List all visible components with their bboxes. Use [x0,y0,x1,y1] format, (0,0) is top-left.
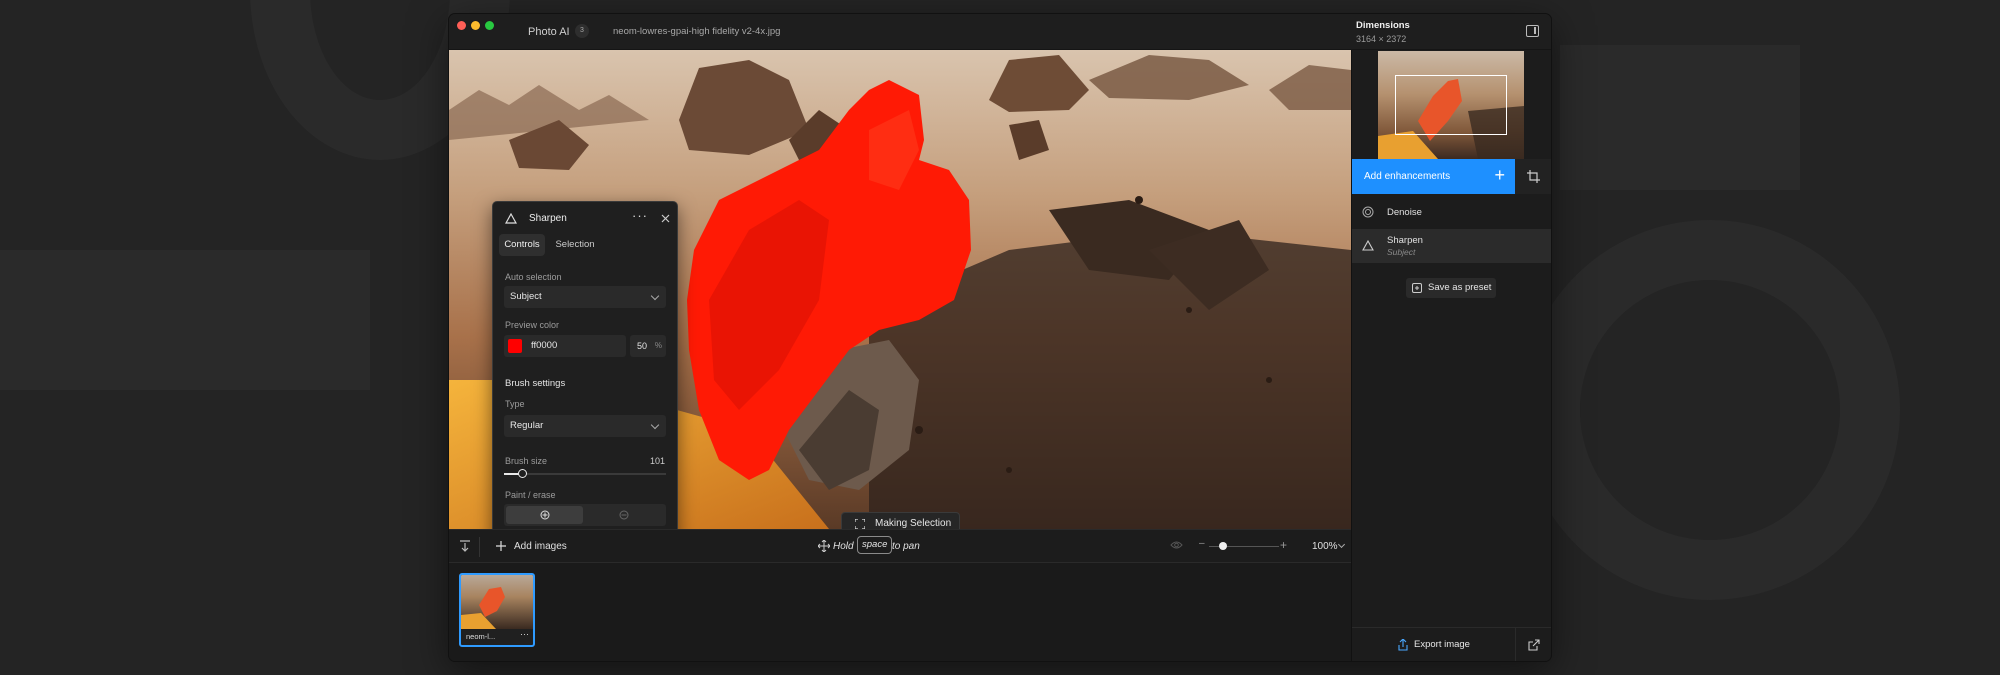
color-swatch[interactable] [508,339,522,353]
enhancement-name: Sharpen [1387,235,1423,246]
opacity-unit: % [654,341,662,350]
add-enhancements-label: Add enhancements [1364,171,1451,182]
tab-controls[interactable]: Controls [499,234,545,256]
save-as-preset-label: Save as preset [1428,282,1492,293]
background-shape [1560,45,1800,190]
app-window: Photo AI 3 neom-lowres-gpai-high fidelit… [449,14,1551,661]
version-badge: 3 [575,24,589,38]
preview-opacity-field[interactable]: 50 % [630,335,666,357]
preview-color-label: Preview color [505,320,560,330]
paint-erase-toggle [504,504,666,526]
close-window-button[interactable] [457,21,466,30]
to-pan-label: to pan [892,541,920,552]
sharpen-tool-panel: Sharpen ··· Controls Selection Auto sele… [492,201,678,529]
preset-icon [1412,283,1422,293]
eye-icon[interactable] [1170,540,1183,550]
brush-size-label: Brush size [505,456,548,466]
making-selection-button[interactable]: Making Selection [841,512,960,529]
more-options-icon[interactable]: ··· [632,208,648,223]
dimensions-value: 3164 × 2372 [1356,34,1407,44]
toggle-sidebar-icon[interactable] [1526,25,1539,37]
thumbnail-label: neom-l... [466,632,496,641]
export-image-button[interactable]: Export image [1352,628,1515,661]
auto-selection-value: Subject [510,291,542,302]
zoom-level[interactable]: 100% [1312,541,1338,552]
background-shape [1520,220,1900,600]
navigator-preview[interactable] [1378,51,1524,159]
thumbnail-photo [461,587,505,629]
zoom-slider-handle[interactable] [1219,542,1227,550]
image-thumbnail[interactable]: neom-l... ··· [459,573,535,647]
import-arrow-icon[interactable] [459,540,471,553]
auto-selection-label: Auto selection [505,272,562,282]
brush-settings-heading: Brush settings [505,378,566,389]
hold-label: Hold [833,541,854,552]
space-key-hint: space [857,536,893,554]
enhancement-name: Denoise [1387,207,1422,218]
save-as-preset-button[interactable]: Save as preset [1406,278,1496,298]
erase-button[interactable] [585,506,664,524]
image-canvas[interactable]: Sharpen ··· Controls Selection Auto sele… [449,50,1351,529]
chevron-down-icon [650,291,660,301]
dimensions-title: Dimensions [1356,20,1410,31]
type-label: Type [505,399,525,409]
filmstrip: neom-l... ··· [449,563,1351,661]
enhancement-item-sharpen[interactable]: Sharpen Subject [1352,229,1551,263]
zoom-in-icon[interactable]: + [1280,538,1287,552]
export-icon [1398,639,1408,651]
brush-size-slider-handle[interactable] [518,469,528,478]
triangle-icon [1362,240,1374,251]
paint-brush-icon [540,510,550,520]
chevron-down-icon [650,420,660,430]
zoom-out-icon[interactable]: – [1199,538,1205,549]
denoise-icon [1362,206,1374,218]
panel-title: Sharpen [529,213,567,224]
preview-color-field[interactable]: ff0000 [504,335,626,357]
add-enhancements-button[interactable]: Add enhancements + [1352,159,1515,194]
viewport-rectangle[interactable] [1395,75,1507,135]
color-hex-value: ff0000 [531,340,558,351]
enhancements-sidebar: Add enhancements + Denoise Sharpen Subje… [1351,50,1551,661]
brush-size-value: 101 [649,456,665,466]
panel-tabs: Controls Selection [499,234,671,256]
export-image-label: Export image [1414,639,1470,650]
app-name: Photo AI [528,26,570,38]
crop-button[interactable] [1515,159,1551,194]
background-shape [0,250,370,390]
paint-erase-label: Paint / erase [505,490,556,500]
brush-size-slider[interactable] [504,473,666,475]
file-name: neom-lowres-gpai-high fidelity v2-4x.jpg [613,26,781,37]
plus-icon [496,541,506,551]
chevron-down-icon[interactable] [1337,540,1346,549]
brush-type-value: Regular [510,420,544,431]
close-icon[interactable] [661,214,670,223]
thumbnail-image [461,575,533,629]
quick-export-button[interactable] [1515,628,1551,661]
crop-icon [1527,170,1540,183]
triangle-icon [505,213,517,224]
auto-selection-select[interactable]: Subject [504,286,666,308]
opacity-value: 50 [637,341,648,351]
pan-move-icon [818,540,830,552]
enhancement-item-denoise[interactable]: Denoise [1352,195,1551,228]
tab-selection[interactable]: Selection [552,234,598,256]
selection-frame-icon [855,519,865,529]
divider [479,537,480,557]
eraser-icon [619,510,629,520]
maximize-window-button[interactable] [485,21,494,30]
share-icon [1528,639,1540,651]
plus-icon: + [1494,165,1505,185]
making-selection-label: Making Selection [875,518,952,529]
minimize-window-button[interactable] [471,21,480,30]
export-row: Export image [1352,627,1551,661]
title-bar: Photo AI 3 neom-lowres-gpai-high fidelit… [449,14,1551,50]
add-images-button[interactable]: Add images [514,541,567,552]
thumbnail-more-icon[interactable]: ··· [520,629,529,639]
enhancement-subtitle: Subject [1387,247,1416,257]
brush-type-select[interactable]: Regular [504,415,666,437]
bottom-toolbar: Add images Hold space to pan – + 100% [449,529,1351,563]
paint-button[interactable] [506,506,583,524]
